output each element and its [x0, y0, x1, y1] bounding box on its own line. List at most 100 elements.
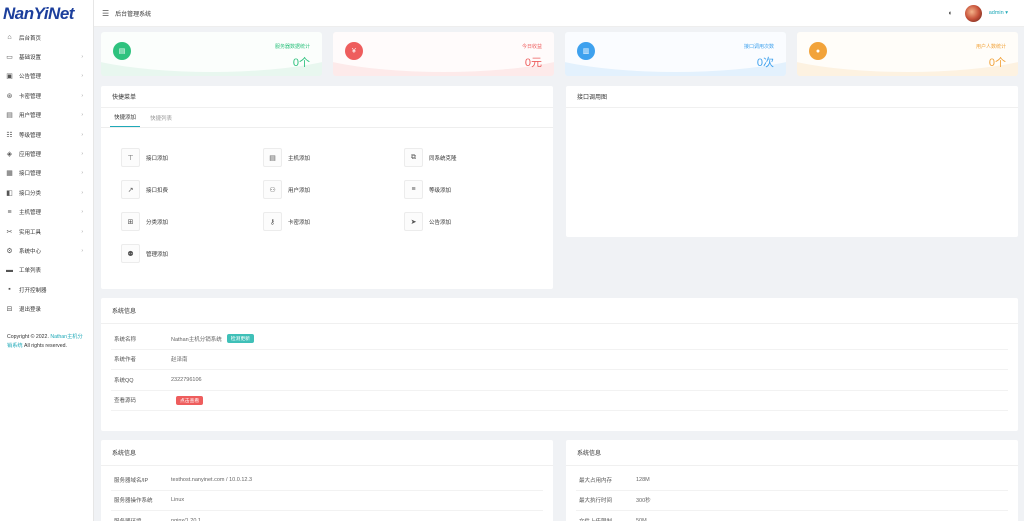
chevron-right-icon: › [81, 131, 83, 138]
send-icon: ➤ [404, 212, 423, 231]
quick-item-2[interactable]: ⧉ 同系统克隆 [404, 148, 457, 167]
copyright: Copyright © 2022. Nathan主机分销系统 All right… [7, 333, 83, 349]
user-menu[interactable]: admin ▾ [989, 10, 1008, 16]
sidebar-item-1[interactable]: ▭ 基础设置 › [0, 47, 93, 66]
sidebar-item-label: 打开控制器 [19, 287, 47, 294]
info-key: 文件上传限制 [576, 517, 636, 521]
sidebar-item-3[interactable]: ⊛ 卡密管理 › [0, 86, 93, 105]
quick-item-1[interactable]: ▤ 主机添加 [263, 148, 310, 167]
bar-chart-icon: ▥ [577, 42, 595, 60]
php-info-card: 系统信息 最大占用内存 128M 最大执行时间 300秒文件上传限制50M [566, 440, 1018, 521]
sidebar-item-11[interactable]: ⚙ 系统中心 › [0, 241, 93, 260]
quick-item-4[interactable]: ⚇ 用户添加 [263, 180, 310, 199]
api-chart-title: 接口调用图 [566, 86, 1018, 108]
sidebar-item-12[interactable]: ▬ 工单列表 [0, 261, 93, 280]
quick-menu-card: 快捷菜单 快捷添加 快捷列表 ⊤ 接口添加 ▤ 主机添加 ⧉ 同系统克隆 ↗ 接口扣费 ⚇ 用户添… [101, 86, 553, 289]
info-row: 系统作者 赵泽南 [111, 350, 1008, 370]
console-icon: ▪ [8, 286, 11, 294]
logo[interactable]: NanYiNet [0, 0, 93, 28]
sidebar-item-4[interactable]: ▤ 用户管理 › [0, 106, 93, 125]
hamburger-menu-icon[interactable]: ☰ [102, 9, 109, 18]
quick-menu-title: 快捷菜单 [101, 86, 553, 108]
header-title: 后台管理系统 [115, 11, 152, 18]
quick-item-5[interactable]: ≡ 等级添加 [404, 180, 451, 199]
chevron-right-icon: › [81, 73, 83, 80]
chevron-right-icon: › [81, 112, 83, 119]
chevron-right-icon: › [81, 247, 83, 254]
sidebar-item-0[interactable]: ⌂ 后台首页 [0, 28, 93, 47]
stat-value: 0次 [756, 57, 774, 69]
info-value: 300秒 [636, 498, 651, 505]
sidebar-item-5[interactable]: ☷ 等级管理 › [0, 125, 93, 144]
api-icon: ▦ [6, 170, 13, 178]
key-add-icon: ⚷ [263, 212, 282, 231]
api-chart-card: 接口调用图 [566, 86, 1018, 237]
info-key: 系统名称 [114, 336, 137, 343]
category-icon: ◧ [6, 189, 13, 197]
api-add-icon: ⊤ [121, 148, 140, 167]
category-add-icon: ⊞ [121, 212, 140, 231]
wave-decoration [797, 32, 1018, 72]
chevron-right-icon: › [81, 189, 83, 196]
stat-value: 0个 [988, 57, 1006, 69]
tab-quick-add[interactable]: 快捷添加 [110, 108, 141, 127]
sidebar-item-label: 公告管理 [19, 74, 42, 81]
database-icon: ▤ [113, 42, 131, 60]
info-key: 服务器域名/IP [114, 477, 149, 484]
info-key: 服务器环境 [111, 517, 171, 521]
users-icon: ☷ [6, 131, 13, 139]
theme-toggle-icon[interactable]: ◐ [948, 10, 952, 17]
server-info-title: 系统信息 [101, 440, 553, 466]
quick-item-label: 管理添加 [146, 251, 169, 258]
tab-quick-list[interactable]: 快捷列表 [146, 108, 176, 127]
chevron-right-icon: › [81, 209, 83, 216]
quick-item-label: 分类添加 [146, 219, 169, 226]
sidebar-item-label: 主机管理 [19, 210, 42, 217]
info-key: 最大执行时间 [579, 498, 613, 505]
quick-item-label: 主机添加 [288, 155, 311, 162]
quick-item-8[interactable]: ➤ 公告添加 [404, 212, 451, 231]
sidebar-item-label: 系统中心 [19, 248, 42, 255]
sidebar-item-label: 接口管理 [19, 171, 42, 178]
level-add-icon: ≡ [404, 180, 423, 199]
sidebar-item-2[interactable]: ▣ 公告管理 › [0, 67, 93, 86]
php-info-title: 系统信息 [566, 440, 1018, 466]
user-icon: ● [809, 42, 827, 60]
sidebar-item-6[interactable]: ◈ 应用管理 › [0, 144, 93, 163]
server-icon: ≡ [7, 208, 12, 216]
top-header: ☰ 后台管理系统 ◐ admin ▾ [94, 0, 1024, 27]
action-badge[interactable]: 检测更新 [226, 334, 254, 344]
quick-item-9[interactable]: ⚉ 管理添加 [121, 244, 168, 263]
sidebar-item-label: 等级管理 [19, 132, 42, 139]
settings-icon: ⚙ [6, 247, 13, 255]
quick-item-7[interactable]: ⚷ 卡密添加 [263, 212, 310, 231]
system-info-card: 系统信息 系统名称 Nathan主机分销系统 检测更新 系统作者 赵泽南 系统QQ 2322… [101, 298, 1018, 431]
action-badge[interactable]: 点击查看 [176, 395, 204, 405]
info-row: 服务器操作系统 Linux [111, 491, 543, 511]
quick-item-label: 同系统克隆 [429, 155, 457, 162]
info-value: testhost.nanyinet.com / 10.0.12.3 [171, 476, 253, 483]
tool-icon: ✂ [6, 228, 13, 236]
info-row: 文件上传限制50M [576, 511, 1008, 521]
sidebar-item-7[interactable]: ▦ 接口管理 › [0, 164, 93, 183]
sidebar-item-9[interactable]: ≡ 主机管理 › [0, 203, 93, 222]
info-value: 赵泽南 [171, 357, 188, 364]
chevron-right-icon: › [81, 92, 83, 99]
sidebar-item-label: 用户管理 [19, 113, 42, 120]
server-add-icon: ▤ [263, 148, 282, 167]
quick-item-6[interactable]: ⊞ 分类添加 [121, 212, 168, 231]
info-key: 系统QQ [114, 377, 134, 384]
user-add-icon: ⚇ [263, 180, 282, 199]
sidebar-item-10[interactable]: ✂ 实用工具 › [0, 222, 93, 241]
info-row: 查看源码 点击查看 [111, 391, 1008, 411]
avatar[interactable] [964, 4, 982, 22]
quick-item-0[interactable]: ⊤ 接口添加 [121, 148, 168, 167]
quick-item-3[interactable]: ↗ 接口扣费 [121, 180, 168, 199]
admin-add-icon: ⚉ [121, 244, 140, 263]
sidebar-item-14[interactable]: ⊟ 退出登录 [0, 299, 93, 318]
stat-card-0: ▤ 服务器数据统计 0个 [101, 32, 322, 76]
sidebar-item-13[interactable]: ▪ 打开控制器 [0, 280, 93, 299]
sidebar-item-label: 实用工具 [19, 229, 42, 236]
app-icon: ◈ [6, 151, 13, 159]
sidebar-item-8[interactable]: ◧ 接口分类 › [0, 183, 93, 202]
